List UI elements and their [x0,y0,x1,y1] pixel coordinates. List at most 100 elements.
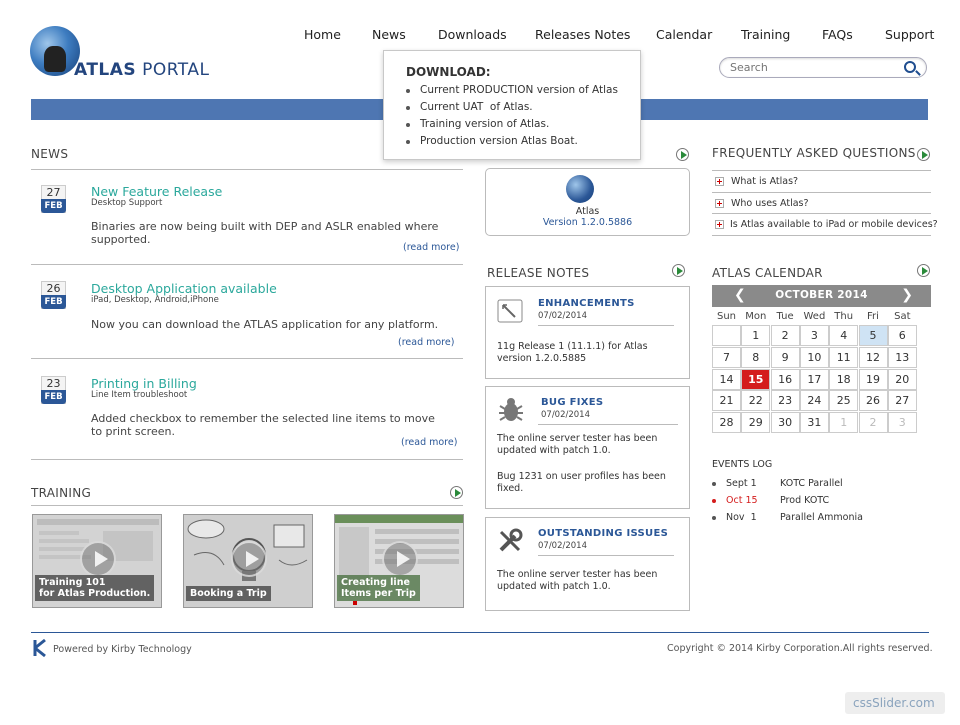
search-icon[interactable] [904,61,916,73]
read-more-link[interactable]: (read more) [398,337,454,348]
calendar-day[interactable]: 28 [712,412,741,434]
calendar-day[interactable]: 3 [799,325,829,346]
faq-item[interactable]: Is Atlas available to iPad or mobile dev… [730,219,938,230]
calendar-day[interactable]: 5 [858,325,888,346]
nav-support[interactable]: Support [885,27,934,42]
training-video-thumb[interactable]: Creating line Items per Trip [334,514,464,608]
calendar-day[interactable]: 27 [887,390,917,412]
release-note-card[interactable]: BUG FIXES 07/02/2014 The online server t… [485,386,690,509]
nav-release-notes[interactable]: Releases Notes [535,27,630,42]
release-note-body: The online server tester has been update… [497,433,658,456]
calendar-day[interactable]: 8 [741,346,771,368]
dropdown-item[interactable]: Training version of Atlas. [406,116,618,133]
expand-icon[interactable] [715,177,724,186]
news-date-day: 27 [46,186,61,199]
release-note-title[interactable]: BUG FIXES [541,397,603,408]
app-name: Atlas [575,206,600,217]
calendar-day[interactable]: 7 [712,346,741,368]
faq-item[interactable]: What is Atlas? [731,176,798,187]
calendar-day[interactable]: 12 [858,346,888,368]
site-title[interactable]: ATLAS PORTAL [74,60,209,80]
nav-news[interactable]: News [372,27,406,42]
dropdown-item[interactable]: Current PRODUCTION version of Atlas [406,82,618,99]
calendar-day[interactable]: 19 [858,368,888,390]
calendar-day[interactable]: 25 [829,390,859,412]
calendar-day[interactable]: 24 [799,390,829,412]
release-note-body: The online server tester has been update… [497,569,658,592]
calendar-day[interactable]: 4 [829,325,859,346]
calendar-day[interactable]: 11 [829,346,859,368]
dropdown-item[interactable]: Current UAT of Atlas. [406,99,618,116]
calendar-empty-cell [712,325,741,346]
play-icon[interactable] [917,148,930,161]
calendar-day[interactable]: 26 [858,390,888,412]
dropdown-item[interactable]: Production version Atlas Boat. [406,133,618,150]
event-name: KOTC Parallel [780,478,843,489]
atlas-logo-icon[interactable] [30,26,80,76]
weekday-label: Sat [894,311,911,322]
calendar-day[interactable]: 9 [770,346,800,368]
app-version-card[interactable]: Atlas Version 1.2.0.5886 [485,168,690,236]
news-item-title[interactable]: New Feature Release [91,184,222,199]
calendar-day[interactable]: 18 [829,368,859,390]
play-button-icon[interactable] [382,541,418,577]
training-heading: TRAINING [31,486,92,500]
faq-heading: FREQUENTLY ASKED QUESTIONS [712,146,916,160]
expand-icon[interactable] [715,199,724,208]
event-dot [712,499,716,503]
expand-icon[interactable] [715,220,724,229]
nav-calendar[interactable]: Calendar [656,27,712,42]
calendar-day[interactable]: 1 [829,412,859,434]
calendar-day[interactable]: 16 [770,368,800,390]
news-item-title[interactable]: Printing in Billing [91,376,197,391]
search-input[interactable] [730,61,900,74]
calendar-day[interactable]: 14 [712,368,741,390]
calendar-day[interactable]: 30 [770,412,800,434]
play-icon[interactable] [676,148,689,161]
release-note-card[interactable]: ENHANCEMENTS 07/02/2014 11g Release 1 (1… [485,286,690,379]
divider [712,235,931,236]
nav-downloads[interactable]: Downloads [438,27,507,42]
nav-home[interactable]: Home [304,27,341,42]
calendar-day[interactable]: 29 [741,412,771,434]
weekday-label: Wed [803,311,826,322]
calendar-day[interactable]: 10 [799,346,829,368]
next-month-icon[interactable]: ❯ [901,287,913,303]
training-video-thumb[interactable]: Training 101 for Atlas Production. [32,514,162,608]
event-name: Parallel Ammonia [780,512,863,523]
calendar-day[interactable]: 6 [887,325,917,346]
calendar-header: ❮ OCTOBER 2014 ❯ [712,285,931,307]
calendar-day[interactable]: 31 [799,412,829,434]
play-button-icon[interactable] [80,541,116,577]
divider [538,325,674,326]
play-icon[interactable] [917,264,930,277]
search-box [719,57,927,78]
release-note-card[interactable]: OUTSTANDING ISSUES 07/02/2014 The online… [485,517,690,611]
calendar-day[interactable]: 17 [799,368,829,390]
nav-faqs[interactable]: FAQs [822,27,853,42]
read-more-link[interactable]: (read more) [401,437,457,448]
play-button-icon[interactable] [231,541,267,577]
kirby-logo-icon [33,638,46,658]
play-icon[interactable] [450,486,463,499]
play-icon[interactable] [672,264,685,277]
faq-item[interactable]: Who uses Atlas? [731,198,809,209]
release-note-title[interactable]: ENHANCEMENTS [538,298,635,309]
calendar-day[interactable]: 2 [858,412,888,434]
calendar-day[interactable]: 15 [741,368,771,390]
news-item-title[interactable]: Desktop Application available [91,281,277,296]
calendar-day[interactable]: 23 [770,390,800,412]
training-video-thumb[interactable]: Booking a Trip [183,514,313,608]
read-more-link[interactable]: (read more) [403,242,459,253]
calendar-day[interactable]: 1 [741,325,771,346]
calendar-day[interactable]: 20 [887,368,917,390]
release-note-title[interactable]: OUTSTANDING ISSUES [538,528,668,539]
nav-training[interactable]: Training [741,27,790,42]
calendar-day[interactable]: 21 [712,390,741,412]
calendar-day[interactable]: 3 [887,412,917,434]
calendar-day[interactable]: 2 [770,325,800,346]
tools-icon [499,528,523,552]
calendar-day[interactable]: 13 [887,346,917,368]
calendar-day[interactable]: 22 [741,390,771,412]
news-date-badge: 26 FEB [41,281,66,309]
